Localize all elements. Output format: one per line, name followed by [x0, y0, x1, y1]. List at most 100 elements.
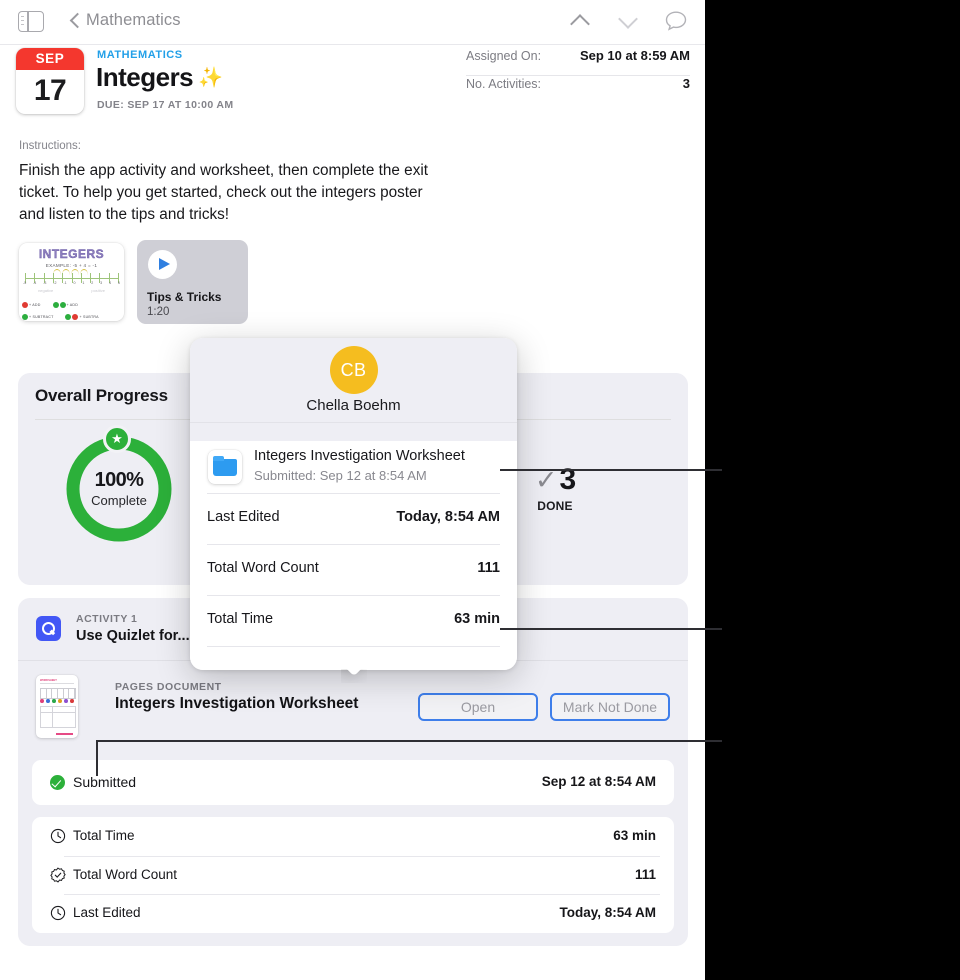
progress-percent: 100% [94, 469, 144, 491]
student-details-popover: CB Chella Boehm Integers Investigation W… [190, 338, 517, 670]
progress-ring: 100% Complete ★ [63, 425, 175, 545]
poster-axis-labels: -5 -4 -3 -2 -1 0 1 2 3 4 5 [23, 281, 120, 285]
meta-value: 3 [682, 76, 690, 91]
poster-rule-row: + SUBTRACT + SUBTRA [22, 311, 121, 321]
stat-label: Last Edited [73, 905, 141, 920]
submitted-date: Sep 12 at 8:54 AM [541, 774, 656, 789]
callout-leader-line-1 [500, 469, 722, 471]
popover-header: CB Chella Boehm [190, 338, 517, 423]
popover-row-value: Today, 8:54 AM [396, 509, 500, 525]
meta-key: No. Activities: [466, 77, 542, 91]
play-icon[interactable] [148, 250, 177, 279]
pages-document-thumbnail[interactable]: WORKSHEET [36, 675, 78, 738]
popover-gap [190, 423, 517, 441]
due-date-calendar-badge: SEP 17 [16, 48, 84, 114]
page-title: Integers ✨ [96, 62, 223, 93]
callout-leader-line-2 [500, 628, 722, 630]
overall-progress-title: Overall Progress [35, 386, 168, 405]
sidebar-toggle-icon[interactable] [18, 11, 44, 32]
avatar: CB [329, 346, 378, 394]
instructions-text: Finish the app activity and worksheet, t… [19, 162, 428, 223]
callout-leader-line-3-vertical [96, 742, 98, 776]
chevron-up-icon[interactable] [567, 8, 593, 34]
star-icon: ★ [103, 425, 131, 453]
tips-and-tricks-card[interactable]: Tips & Tricks 1:20 [137, 240, 248, 324]
chevron-down-icon[interactable] [615, 8, 641, 34]
popover-row-key: Last Edited [207, 509, 280, 525]
poster-rule-row: + ADD + ADD [22, 299, 121, 310]
due-date-label: DUE: SEP 17 AT 10:00 AM [97, 99, 234, 111]
progress-sublabel: Complete [91, 493, 147, 508]
popover-row-word-count: Total Word Count 111 [190, 544, 517, 595]
clock-icon [50, 828, 66, 844]
popover-tail [341, 669, 367, 683]
back-chevron-icon[interactable] [70, 12, 80, 30]
submitted-status-row: Submitted Sep 12 at 8:54 AM [32, 760, 674, 805]
activity-kicker: ACTIVITY 1 [76, 613, 138, 625]
navbar-actions [567, 8, 689, 34]
sidebar-dots [21, 15, 25, 28]
calendar-day: 17 [33, 74, 67, 107]
instructions-label: Instructions: [19, 140, 81, 152]
thumb-lines [40, 683, 74, 685]
meta-key: Assigned On: [466, 49, 542, 63]
thumb-bar [56, 733, 73, 735]
meta-row: Assigned On: Sep 10 at 8:59 AM [466, 48, 690, 75]
calendar-month: SEP [16, 48, 84, 70]
mark-not-done-button[interactable]: Mark Not Done [550, 693, 670, 721]
thumb-grid [40, 688, 76, 699]
popover-row-key: Total Word Count [207, 560, 319, 576]
stat-value: 111 [634, 866, 656, 882]
seal-checkmark-icon [50, 866, 66, 883]
sidebar-divider [27, 11, 29, 32]
assignment-meta: Assigned On: Sep 10 at 8:59 AM No. Activ… [466, 48, 690, 103]
poster-heading: INTEGERS [38, 247, 105, 261]
student-name: Chella Boehm [306, 397, 401, 414]
speech-bubble-icon[interactable] [663, 8, 689, 34]
popover-row-total-time: Total Time 63 min [190, 595, 517, 646]
popover-row-value: 63 min [454, 611, 500, 627]
assignment-title-text: Integers [96, 62, 194, 92]
document-kicker: PAGES DOCUMENT [115, 681, 222, 693]
callout-leader-line-3-horizontal [96, 740, 722, 742]
tips-title: Tips & Tricks [147, 290, 222, 304]
clock-icon [50, 905, 66, 921]
checkmark-circle-icon [50, 775, 65, 790]
thumb-heading: WORKSHEET [40, 679, 57, 682]
stat-row-last-edited: Last Edited Today, 8:54 AM [32, 894, 674, 933]
activity-name: Use Quizlet for... [76, 628, 190, 644]
thumb-table [40, 706, 76, 728]
tips-duration: 1:20 [147, 306, 170, 318]
popover-file-name: Integers Investigation Worksheet [254, 448, 465, 464]
popover-file-submitted: Submitted: Sep 12 at 8:54 AM [254, 468, 427, 483]
poster-sign-words: negative positive [19, 288, 124, 293]
meta-value: Sep 10 at 8:59 AM [579, 48, 690, 63]
screenshot-root: Mathematics SEP 17 MATHEMATICS Integers ✨… [0, 0, 960, 980]
stat-value: 63 min [613, 828, 656, 843]
document-stats-list: Total Time 63 min Total Word Count 111 L… [32, 817, 674, 933]
poster-positive-word: positive [91, 288, 105, 293]
open-button[interactable]: Open [418, 693, 538, 721]
stat-row-total-time: Total Time 63 min [32, 817, 674, 856]
popover-row-key: Total Time [207, 611, 274, 627]
stat-label: Total Word Count [73, 866, 178, 882]
popover-file-row[interactable]: Integers Investigation Worksheet Submitt… [190, 441, 517, 493]
popover-row-value: 111 [477, 560, 500, 576]
stat-number-value: 3 [559, 463, 576, 496]
sparkles-icon: ✨ [198, 67, 223, 89]
poster-number-line [25, 278, 118, 279]
meta-row: No. Activities: 3 [466, 75, 690, 103]
popover-body: Integers Investigation Worksheet Submitt… [190, 441, 517, 670]
course-label: MATHEMATICS [97, 49, 183, 61]
stat-row-word-count: Total Word Count 111 [32, 855, 674, 895]
navigation-bar: Mathematics [0, 0, 705, 45]
thumb-dots [40, 699, 74, 703]
back-button-label[interactable]: Mathematics [86, 11, 181, 30]
poster-negative-word: negative [38, 288, 54, 293]
poster-thumbnail[interactable]: INTEGERS EXAMPLE: -5 + 4 = -1 -5 -4 -3 -2 -1… [19, 243, 124, 321]
stat-label: Total Time [73, 828, 135, 843]
popover-row-bottom-divider [190, 646, 517, 670]
stat-value: Today, 8:54 AM [559, 905, 656, 920]
document-name: Integers Investigation Worksheet [115, 695, 359, 712]
progress-ring-center: 100% Complete [63, 469, 175, 508]
